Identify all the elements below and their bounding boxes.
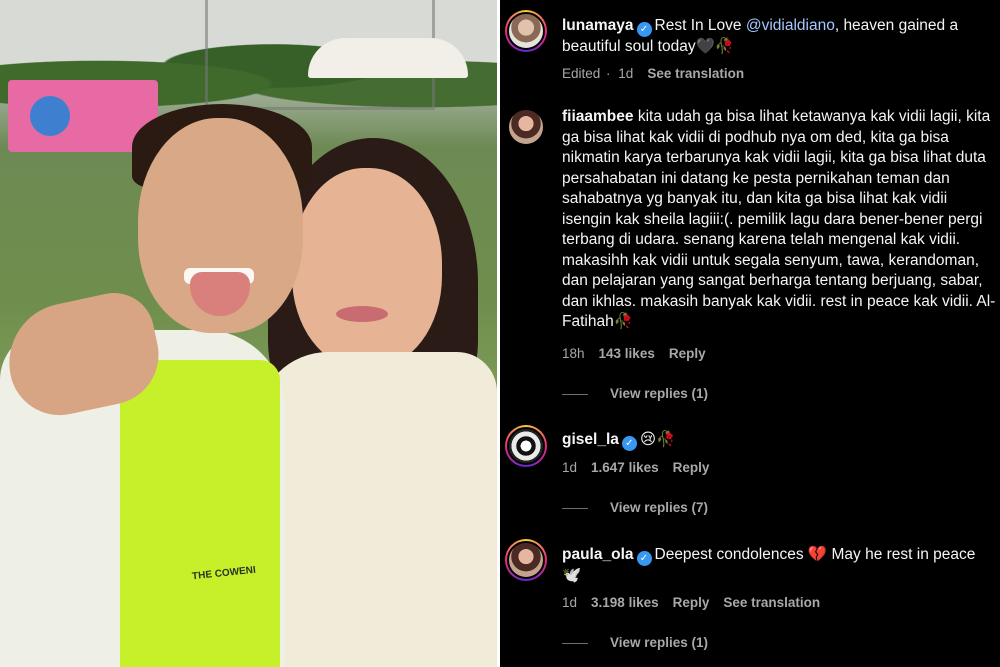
see-translation-button[interactable]: See translation <box>647 66 744 81</box>
replies-line <box>562 507 588 509</box>
comment-meta: Edited · 1d See translation <box>562 66 758 81</box>
reply-button[interactable]: Reply <box>669 346 706 361</box>
avatar <box>507 12 545 50</box>
username[interactable]: gisel_la <box>562 431 619 448</box>
view-replies-button[interactable]: View replies (1) <box>562 635 708 650</box>
view-replies-label: View replies (1) <box>610 386 709 401</box>
verified-badge-icon: ✓ <box>636 22 652 37</box>
comment-text: gisel_la ✓ 😢🥀 <box>562 430 998 451</box>
comment-text: fiiaambee kita udah ga bisa lihat ketawa… <box>562 107 998 333</box>
selfie-photo: THE COWENI <box>0 0 497 667</box>
username[interactable]: lunamaya <box>562 17 634 34</box>
avatar <box>507 427 545 465</box>
username[interactable]: fiiaambee <box>562 108 634 125</box>
time-label: 1d <box>618 66 634 81</box>
comment-text: paula_ola ✓ Deepest condolences 💔 May he r… <box>562 545 998 587</box>
comment-body: Rest In Love <box>654 17 746 34</box>
avatar-ring[interactable] <box>505 106 547 148</box>
woman-white-dress <box>258 352 497 667</box>
view-replies-button[interactable]: View replies (1) <box>562 386 708 401</box>
comment-body: kita udah ga bisa lihat ketawanya kak vi… <box>562 108 996 330</box>
time-label: 18h <box>562 346 585 361</box>
time-label: 1d <box>562 460 578 475</box>
comment-text: lunamaya ✓ Rest In Love @vidialdiano, heav… <box>562 16 998 58</box>
white-umbrella <box>308 38 468 78</box>
avatar-ring[interactable] <box>505 10 547 52</box>
time-label: 1d <box>562 595 578 610</box>
dot-separator: · <box>602 66 615 81</box>
likes-count[interactable]: 3.198 likes <box>591 595 659 610</box>
comment-meta: 1d 1.647 likes Reply <box>562 460 723 475</box>
edited-label: Edited <box>562 66 601 81</box>
see-translation-button[interactable]: See translation <box>723 595 820 610</box>
view-replies-button[interactable]: View replies (7) <box>562 500 708 515</box>
woman-lips <box>336 306 388 322</box>
mention-link[interactable]: @vidialdiano <box>746 17 835 34</box>
reply-button[interactable]: Reply <box>673 595 710 610</box>
replies-line <box>562 642 588 644</box>
comment-meta: 1d 3.198 likes Reply See translation <box>562 595 834 610</box>
username[interactable]: paula_ola <box>562 546 634 563</box>
reply-button[interactable]: Reply <box>673 460 710 475</box>
view-replies-label: View replies (1) <box>610 635 709 650</box>
avatar-ring[interactable] <box>505 425 547 467</box>
view-replies-label: View replies (7) <box>610 500 709 515</box>
comment-meta: 18h 143 likes Reply <box>562 346 720 361</box>
avatar-ring[interactable] <box>505 539 547 581</box>
neon-tshirt <box>120 360 280 667</box>
comment-body: 😢🥀 <box>639 431 676 448</box>
verified-badge-icon: ✓ <box>621 436 637 451</box>
comments-panel: lunamaya ✓ Rest In Love @vidialdiano, heav… <box>500 0 1000 667</box>
woman-face <box>292 168 442 368</box>
replies-line <box>562 393 588 395</box>
verified-badge-icon: ✓ <box>636 551 652 566</box>
avatar <box>507 108 545 146</box>
avatar <box>507 541 545 579</box>
likes-count[interactable]: 143 likes <box>599 346 655 361</box>
likes-count[interactable]: 1.647 likes <box>591 460 659 475</box>
